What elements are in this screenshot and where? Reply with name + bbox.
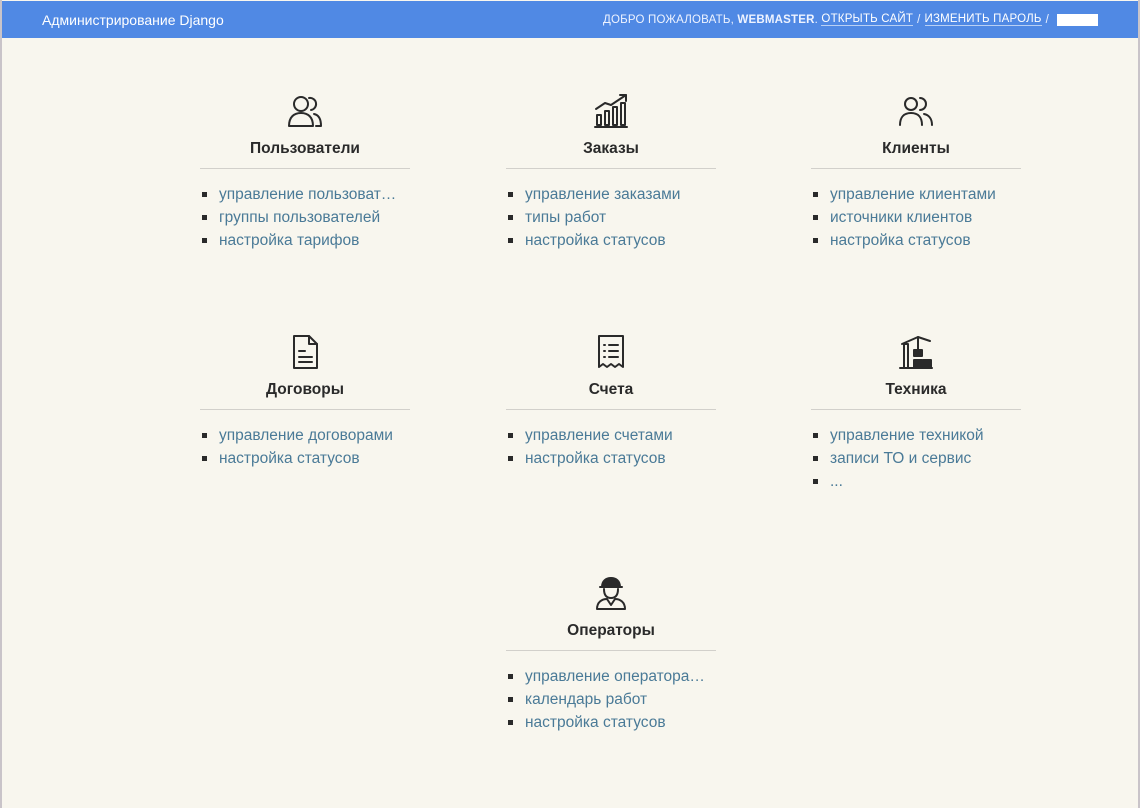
card-title: Счета (506, 381, 716, 410)
list-item: настройка статусов (506, 229, 716, 252)
app-card-clients: Клиенты управление клиентами источники к… (811, 93, 1021, 252)
users-icon (288, 96, 322, 127)
worker-icon (596, 577, 626, 610)
clients-icon (899, 97, 933, 126)
card-link[interactable]: ... (830, 470, 843, 493)
card-title: Операторы (506, 622, 716, 651)
card-links: управление заказами типы работ настройка… (506, 183, 716, 252)
logout-link[interactable] (1057, 13, 1098, 26)
card-link[interactable]: записи ТО и сервис (830, 447, 971, 470)
list-item: типы работ (506, 206, 716, 229)
change-password-link[interactable]: ИЗМЕНИТЬ ПАРОЛЬ (924, 13, 1042, 26)
card-link[interactable]: управление техникой (830, 424, 983, 447)
list-item: управление счетами (506, 424, 716, 447)
separator: / (1045, 13, 1049, 26)
list-item: управление техникой (811, 424, 1021, 447)
card-link[interactable]: управление операторами (525, 665, 707, 688)
card-title: Пользователи (200, 140, 410, 169)
card-title: Клиенты (811, 140, 1021, 169)
user-tools: ДОБРО ПОЖАЛОВАТЬ, WEBMASTER. ОТКРЫТЬ САЙ… (603, 13, 1098, 26)
card-title: Заказы (506, 140, 716, 169)
list-item: управление пользователями (200, 183, 410, 206)
app-card-users: Пользователи управление пользователями г… (200, 93, 410, 252)
username: WEBMASTER (737, 13, 815, 26)
card-link[interactable]: настройка статусов (830, 229, 971, 252)
list-item: управление заказами (506, 183, 716, 206)
list-item: настройка статусов (506, 447, 716, 470)
list-item: управление договорами (200, 424, 410, 447)
list-item: ... (811, 470, 1021, 493)
card-links: управление техникой записи ТО и сервис .… (811, 424, 1021, 493)
card-link[interactable]: управление счетами (525, 424, 673, 447)
app-card-invoices: Счета управление счетами настройка стату… (506, 334, 716, 470)
list-item: записи ТО и сервис (811, 447, 1021, 470)
crane-icon (899, 336, 933, 369)
card-link[interactable]: управление клиентами (830, 183, 996, 206)
list-item: настройка статусов (200, 447, 410, 470)
list-item: настройка тарифов (200, 229, 410, 252)
card-link[interactable]: управление пользователями (219, 183, 401, 206)
list-item: управление операторами (506, 665, 716, 688)
card-link[interactable]: настройка статусов (525, 447, 666, 470)
card-links: управление клиентами источники клиентов … (811, 183, 1021, 252)
card-links: управление операторами календарь работ н… (506, 665, 716, 734)
app-card-contracts: Договоры управление договорами настройка… (200, 334, 410, 470)
welcome-text: ДОБРО ПОЖАЛОВАТЬ, (602, 13, 735, 26)
site-branding[interactable]: Администрирование Django (42, 12, 224, 28)
card-title: Договоры (200, 381, 410, 410)
card-link[interactable]: группы пользователей (219, 206, 380, 229)
list-item: управление клиентами (811, 183, 1021, 206)
card-link[interactable]: настройка статусов (525, 711, 666, 734)
view-site-link[interactable]: ОТКРЫТЬ САЙТ (821, 13, 914, 26)
window-border-left (0, 0, 2, 808)
app-card-orders: Заказы управление заказами типы работ на… (506, 93, 716, 252)
card-link[interactable]: управление заказами (525, 183, 680, 206)
chart-growth-icon (594, 94, 628, 128)
separator: / (917, 13, 921, 26)
card-link[interactable]: настройка статусов (219, 447, 360, 470)
card-links: управление пользователями группы пользов… (200, 183, 410, 252)
card-title: Техника (811, 381, 1021, 410)
admin-header: Администрирование Django ДОБРО ПОЖАЛОВАТ… (2, 1, 1138, 38)
card-link[interactable]: источники клиентов (830, 206, 972, 229)
card-links: управление договорами настройка статусов (200, 424, 410, 470)
receipt-icon (598, 335, 624, 368)
card-link[interactable]: календарь работ (525, 688, 647, 711)
list-item: источники клиентов (811, 206, 1021, 229)
app-card-equipment: Техника управление техникой записи ТО и … (811, 334, 1021, 493)
document-icon (293, 335, 318, 369)
card-link[interactable]: настройка тарифов (219, 229, 359, 252)
list-item: настройка статусов (506, 711, 716, 734)
list-item: настройка статусов (811, 229, 1021, 252)
list-item: группы пользователей (200, 206, 410, 229)
list-item: календарь работ (506, 688, 716, 711)
card-link[interactable]: настройка статусов (525, 229, 666, 252)
card-link[interactable]: типы работ (525, 206, 606, 229)
card-links: управление счетами настройка статусов (506, 424, 716, 470)
card-link[interactable]: управление договорами (219, 424, 393, 447)
app-card-operators: Операторы управление операторами календа… (506, 575, 716, 734)
